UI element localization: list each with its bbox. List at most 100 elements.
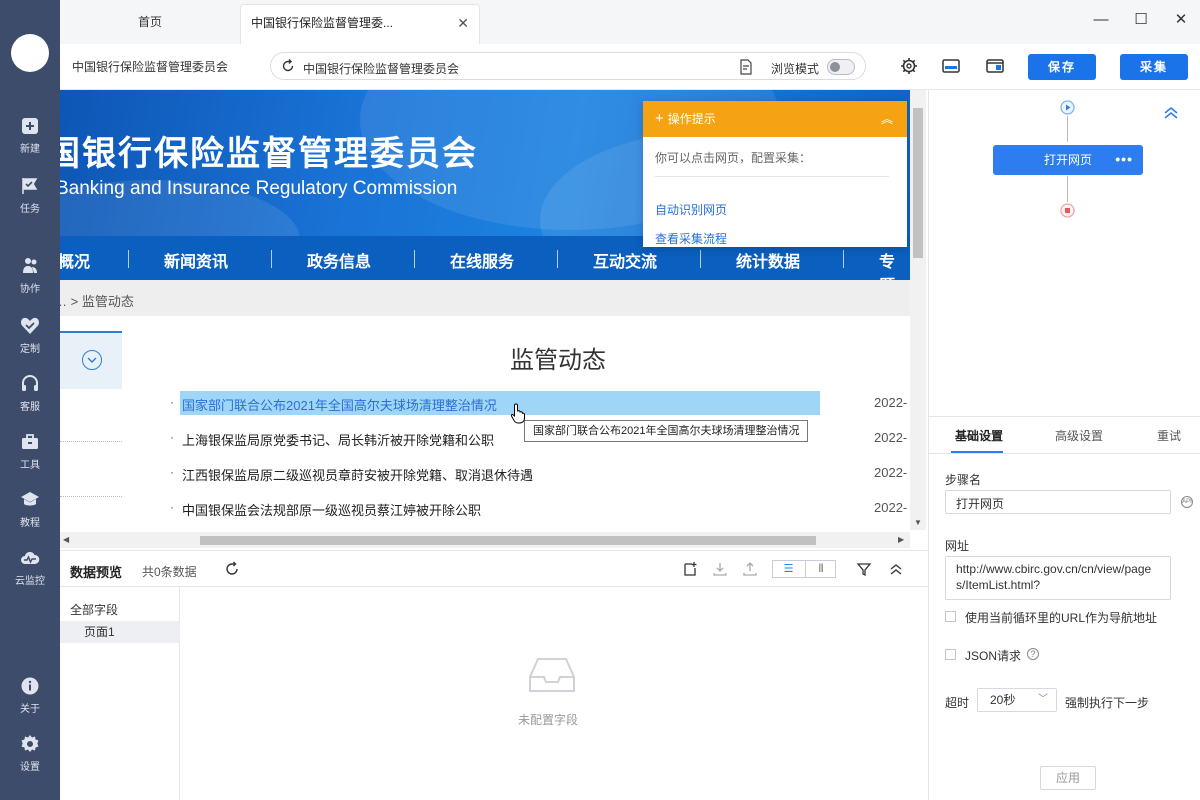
sidebar-item-new[interactable]: 新建	[0, 116, 60, 166]
nav-item[interactable]: 统计数据	[736, 248, 800, 272]
news-title[interactable]: 国家部门联合公布2021年全国高尔夫球场清理整治情况	[182, 395, 497, 414]
sidebar-item-label: 云监控	[15, 576, 45, 587]
card-view-icon[interactable]	[942, 57, 960, 75]
hint-header[interactable]: + 操作提示 ︽	[643, 101, 907, 137]
question-icon[interactable]: ?	[1027, 648, 1039, 660]
nav-item[interactable]: 概况	[60, 248, 90, 272]
news-date: 2022-	[874, 430, 908, 445]
horizontal-scrollbar[interactable]: ◀ ▶	[60, 532, 910, 548]
flow-step-open-page[interactable]: 打开网页 •••	[993, 145, 1143, 175]
force-next-label: 强制执行下一步	[1065, 696, 1150, 710]
scrollbar-thumb[interactable]	[913, 108, 923, 258]
document-edit-icon[interactable]	[739, 59, 753, 75]
all-fields-item[interactable]: 全部字段	[70, 601, 118, 618]
use-loop-url-checkbox[interactable]	[945, 611, 956, 622]
gear-icon	[21, 735, 39, 752]
sidebar-item-tutorial[interactable]: 教程	[0, 490, 60, 540]
flow-step-label: 打开网页	[1043, 153, 1092, 167]
sidebar-item-settings[interactable]: 设置	[0, 734, 60, 784]
sidebar-item-task[interactable]: 任务	[0, 176, 60, 226]
apply-button[interactable]: 应用	[1040, 766, 1096, 790]
news-title[interactable]: 中国银保监会法规部原一级巡视员蔡江婷被开除公职	[182, 500, 481, 519]
auto-detect-link[interactable]: 自动识别网页	[655, 201, 907, 218]
json-request-checkbox[interactable]	[945, 649, 956, 660]
step-name-input[interactable]: 打开网页	[945, 490, 1171, 514]
tab-home[interactable]: 首页	[60, 4, 240, 44]
sidebar-item-collab[interactable]: 协作	[0, 256, 60, 306]
news-title[interactable]: 江西银保监局原二级巡视员章莳安被开除党籍、取消退休待遇	[182, 465, 533, 484]
cloud-monitor-icon	[21, 551, 40, 564]
settings-panel: 打开网页 ••• 基础设置 高级设置 重试 步骤名 打开网页 API 网址 ht…	[928, 90, 1200, 800]
url-bar[interactable]: 中国银行保险监督管理委员会 浏览模式	[270, 52, 866, 80]
scroll-down-arrow[interactable]: ▼	[914, 518, 922, 527]
breadcrumb[interactable]: … > 监管动态	[60, 291, 134, 310]
more-options-icon[interactable]: •••	[1115, 144, 1133, 174]
window-layout-icon[interactable]	[986, 57, 1004, 75]
sidebar-item-label: 协作	[20, 284, 40, 295]
tab-basic-settings[interactable]: 基础设置	[955, 427, 1003, 444]
view-flow-link[interactable]: 查看采集流程	[655, 230, 907, 247]
tab-active-page[interactable]: 中国银行保险监督管理委... ✕	[240, 4, 480, 44]
tab-retry[interactable]: 重试	[1157, 427, 1181, 444]
url-text[interactable]: 中国银行保险监督管理委员会	[303, 60, 459, 77]
stop-end-icon[interactable]	[1060, 203, 1075, 218]
view-mode-toggle[interactable]: ☰ ⦀	[772, 560, 836, 578]
chevron-down-icon[interactable]	[82, 350, 102, 370]
sidebar-item-about[interactable]: 关于	[0, 676, 60, 726]
left-menu-panel[interactable]	[60, 331, 122, 389]
refresh-icon[interactable]	[224, 561, 240, 577]
list-item[interactable]: · 中国银保监会法规部原一级巡视员蔡江婷被开除公职 2022-	[170, 496, 910, 520]
timeout-select[interactable]: 20秒 ﹀	[977, 688, 1057, 712]
list-item[interactable]: · 江西银保监局原二级巡视员章莳安被开除党籍、取消退休待遇 2022-	[170, 461, 910, 485]
news-title[interactable]: 上海银保监局原党委书记、局长韩沂被开除党籍和公职	[182, 430, 494, 449]
nav-item[interactable]: 互动交流	[593, 248, 657, 272]
close-icon[interactable]: ✕	[457, 5, 469, 41]
url-textarea[interactable]: http://www.cbirc.gov.cn/cn/view/pages/It…	[945, 556, 1171, 600]
list-view-icon[interactable]: ☰	[773, 561, 804, 577]
collapse-up-icon[interactable]	[1163, 104, 1179, 120]
close-window-button[interactable]: ✕	[1168, 8, 1194, 34]
play-start-icon[interactable]	[1060, 100, 1075, 115]
toolbox-icon	[22, 434, 38, 449]
collapse-up-icon[interactable]	[888, 561, 904, 577]
link-tooltip: 国家部门联合公布2021年全国高尔夫球场清理整治情况	[524, 420, 809, 442]
api-icon[interactable]: API	[1181, 496, 1193, 508]
sidebar-item-cloud-monitor[interactable]: 云监控	[0, 548, 60, 598]
json-request-label: JSON请求	[965, 649, 1022, 663]
nav-item[interactable]: 政务信息	[307, 248, 371, 272]
nav-item[interactable]: 在线服务	[450, 248, 514, 272]
refresh-icon[interactable]	[281, 59, 295, 73]
page-field-item[interactable]: 页面1	[60, 621, 180, 643]
nav-item[interactable]: 新闻资讯	[164, 248, 228, 272]
save-button[interactable]: 保存	[1028, 54, 1096, 80]
list-item[interactable]: · 国家部门联合公布2021年全国高尔夫球场清理整治情况 2022-	[170, 391, 910, 415]
download-icon[interactable]	[712, 561, 728, 577]
sidebar-item-service[interactable]: 客服	[0, 374, 60, 424]
data-count: 共0条数据	[142, 565, 197, 579]
column-view-icon[interactable]: ⦀	[805, 561, 836, 577]
sidebar-item-custom[interactable]: 定制	[0, 316, 60, 366]
scroll-left-arrow[interactable]: ◀	[63, 535, 69, 544]
address-toolbar: 中国银行保险监督管理委员会 中国银行保险监督管理委员会 浏览模式 保存 采集	[60, 44, 1200, 90]
add-field-icon[interactable]	[682, 561, 698, 577]
site-title-en: Banking and Insurance Regulatory Commiss…	[60, 178, 458, 199]
plus-icon: +	[655, 110, 664, 127]
scroll-right-arrow[interactable]: ▶	[898, 535, 904, 544]
chevron-down-icon: ﹀	[1038, 694, 1048, 705]
gear-icon[interactable]	[900, 57, 918, 75]
collect-button[interactable]: 采集	[1120, 54, 1188, 80]
data-preview-title: 数据预览	[70, 565, 123, 580]
browse-mode-toggle[interactable]	[827, 59, 855, 75]
upload-icon[interactable]	[742, 561, 758, 577]
chevron-up-icon[interactable]: ︽	[881, 101, 893, 137]
vertical-scrollbar[interactable]: ▼	[910, 90, 926, 530]
maximize-button[interactable]: ☐	[1128, 8, 1154, 34]
hint-title: 操作提示	[667, 112, 716, 126]
section-title: 监管动态	[510, 347, 606, 374]
filter-icon[interactable]	[856, 561, 872, 577]
minimize-button[interactable]: —	[1088, 8, 1114, 34]
tab-advanced-settings[interactable]: 高级设置	[1055, 427, 1103, 444]
sidebar-item-tools[interactable]: 工具	[0, 432, 60, 482]
scrollbar-thumb[interactable]	[200, 536, 816, 545]
avatar[interactable]	[11, 34, 49, 72]
